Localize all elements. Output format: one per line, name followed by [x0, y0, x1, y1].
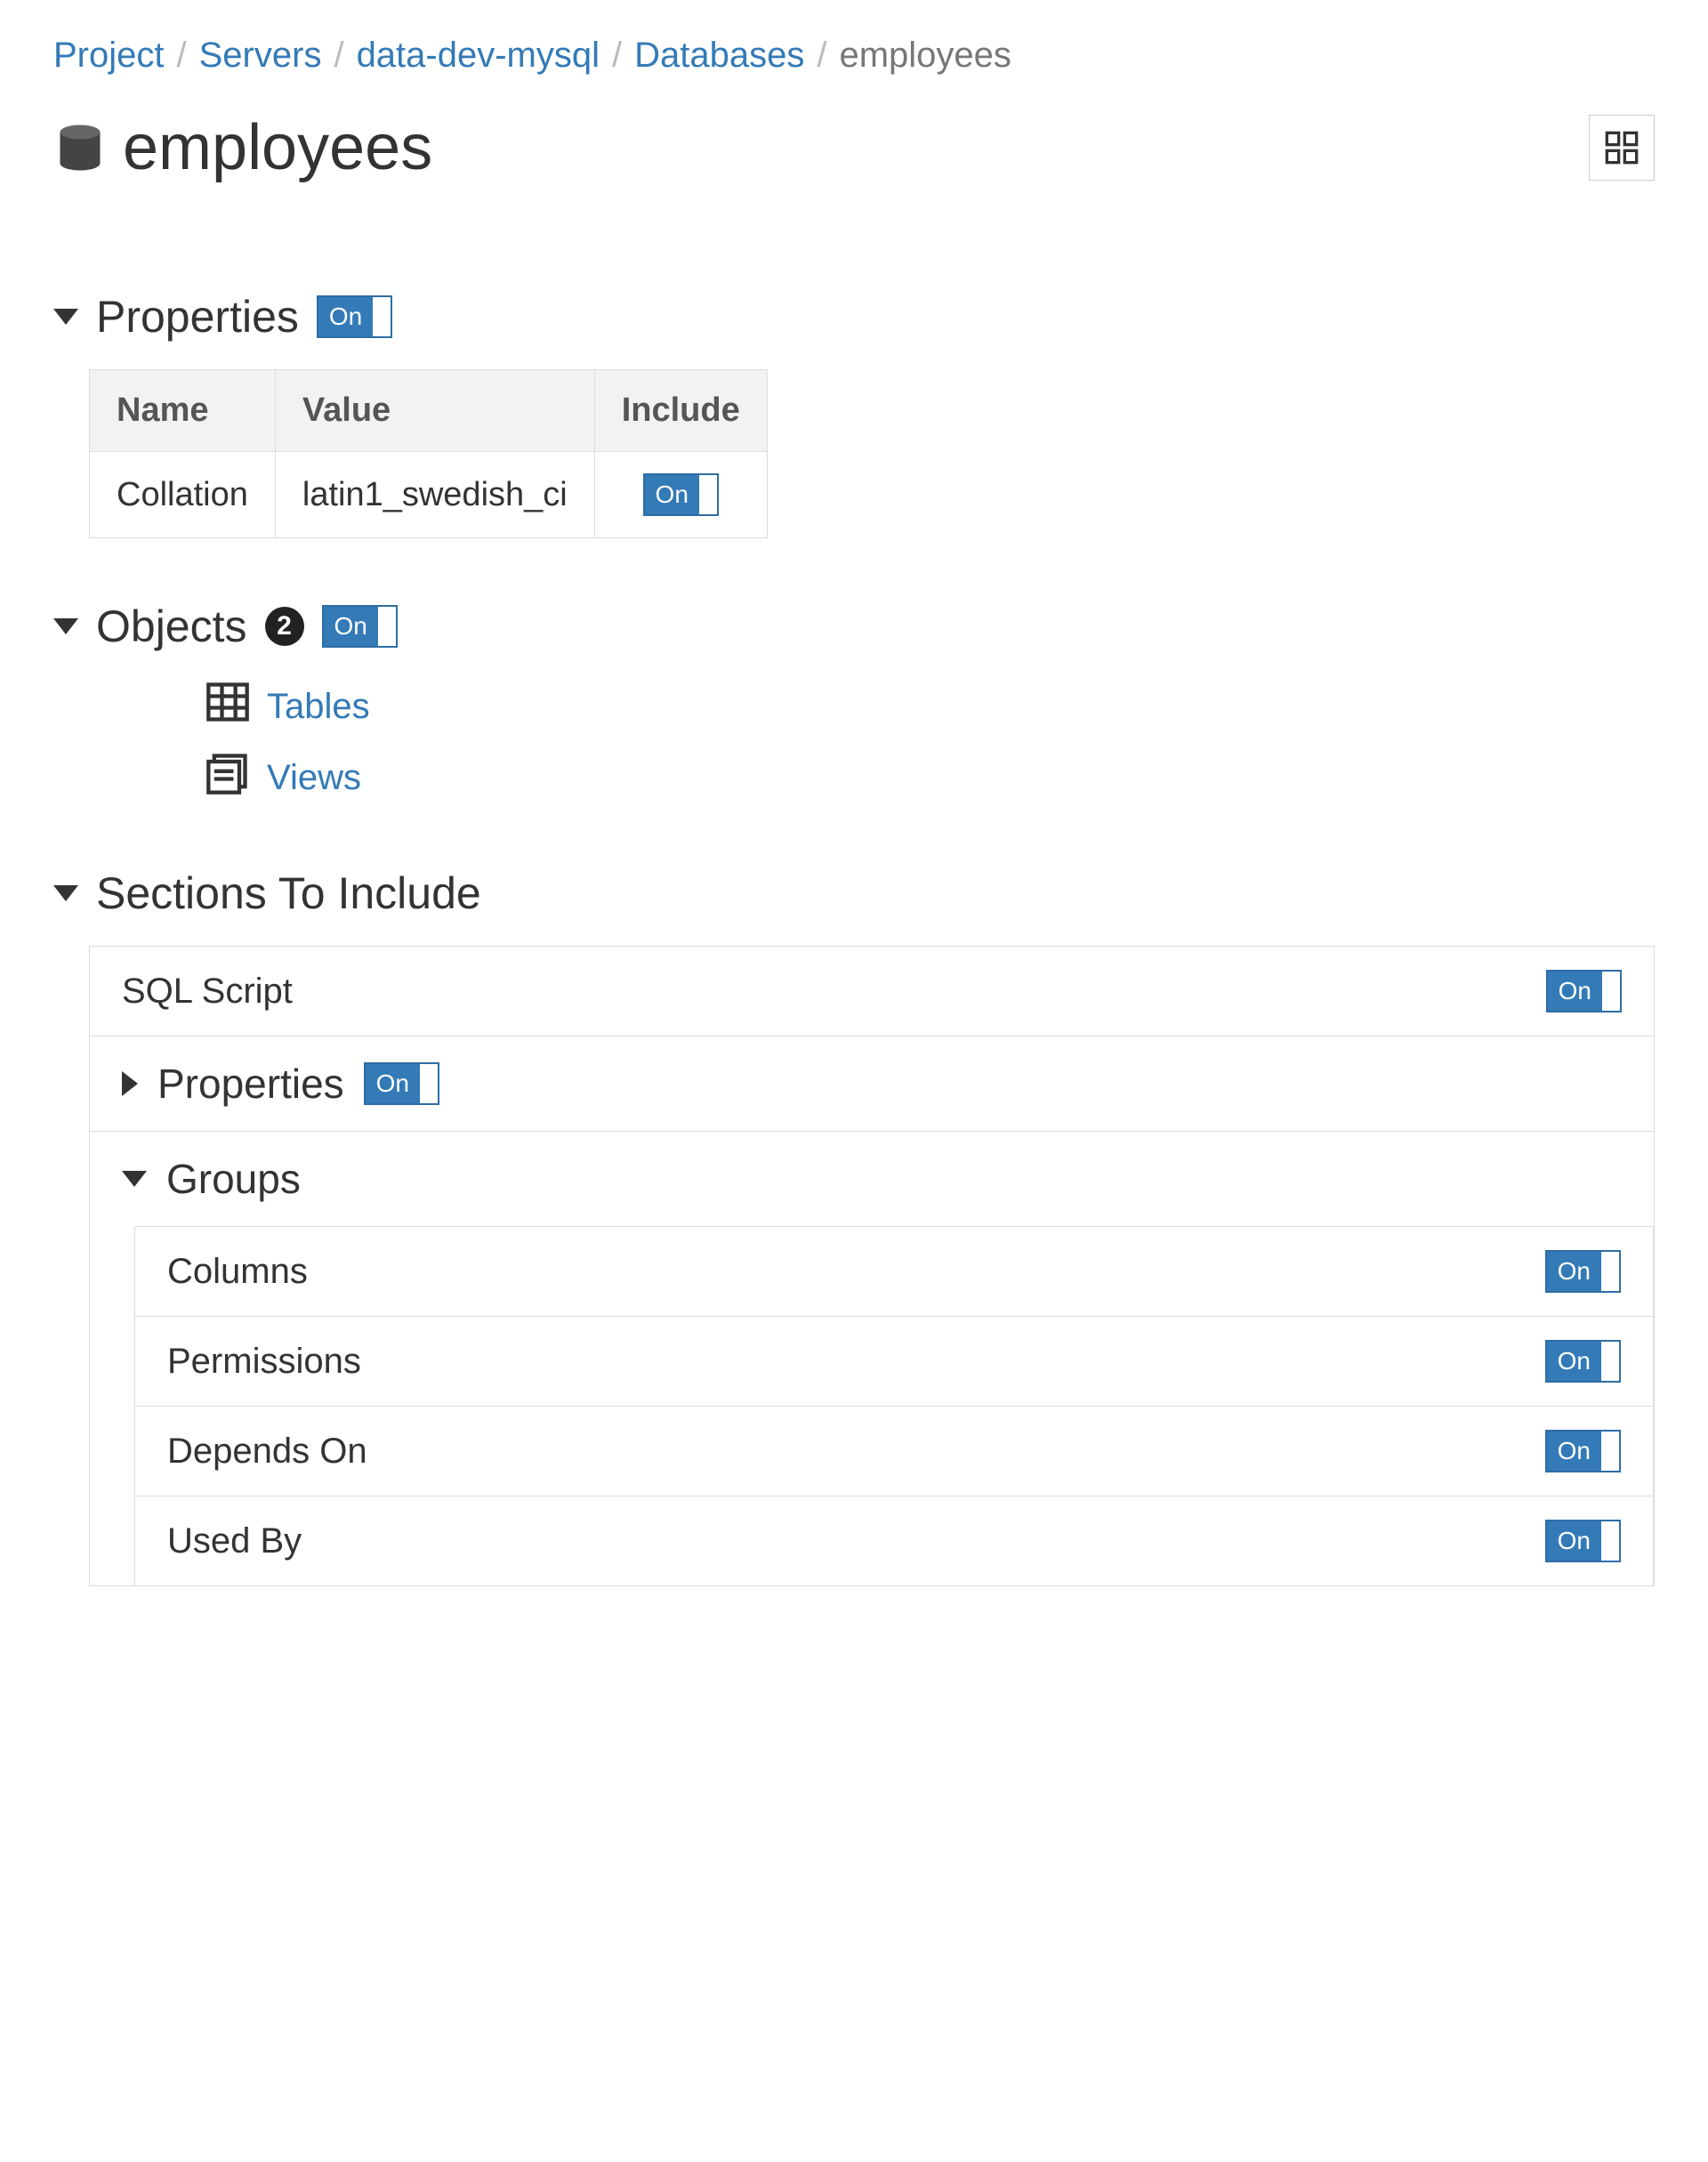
- sections-heading: Sections To Include: [96, 867, 481, 919]
- database-icon: [53, 121, 107, 174]
- object-label[interactable]: Tables: [267, 687, 370, 727]
- objects-count-badge: 2: [265, 607, 304, 646]
- properties-sub-heading: Properties: [157, 1060, 344, 1108]
- properties-sub-caret-icon[interactable]: [122, 1071, 138, 1096]
- group-toggle[interactable]: On: [1545, 1430, 1621, 1472]
- group-label: Used By: [167, 1521, 302, 1561]
- group-row: Permissions On: [135, 1317, 1653, 1407]
- toggle-knob: [1601, 1432, 1619, 1471]
- groups-caret-icon[interactable]: [122, 1171, 147, 1187]
- toggle-knob: [1601, 1521, 1619, 1561]
- group-row: Columns On: [135, 1227, 1653, 1317]
- object-label[interactable]: Views: [267, 758, 361, 798]
- breadcrumb-sep: /: [177, 36, 187, 76]
- objects-caret-icon[interactable]: [53, 618, 78, 634]
- section-row-label: SQL Script: [122, 972, 293, 1012]
- grid-view-button[interactable]: [1589, 115, 1655, 181]
- properties-sub-toggle[interactable]: On: [364, 1062, 439, 1105]
- groups-heading: Groups: [166, 1155, 301, 1203]
- view-icon: [205, 750, 251, 805]
- breadcrumb-servers[interactable]: Servers: [199, 36, 322, 76]
- toggle-knob: [378, 607, 396, 646]
- breadcrumb-databases[interactable]: Databases: [634, 36, 804, 76]
- section-row-properties: Properties On: [90, 1037, 1654, 1132]
- properties-table: Name Value Include Collation latin1_swed…: [89, 369, 768, 538]
- col-value: Value: [275, 370, 594, 452]
- toggle-knob: [1602, 972, 1620, 1011]
- object-item-tables[interactable]: Tables: [205, 679, 1655, 734]
- group-label: Depends On: [167, 1432, 367, 1472]
- toggle-on-label: On: [1547, 1521, 1601, 1561]
- prop-value: latin1_swedish_ci: [275, 452, 594, 538]
- toggle-on-label: On: [366, 1064, 420, 1103]
- properties-section: Properties On Name Value Include Collati…: [53, 291, 1655, 538]
- grid-icon: [1604, 130, 1640, 165]
- toggle-on-label: On: [1547, 1252, 1601, 1291]
- col-name: Name: [90, 370, 276, 452]
- properties-caret-icon[interactable]: [53, 309, 78, 325]
- toggle-knob: [1601, 1342, 1619, 1381]
- toggle-knob: [1601, 1252, 1619, 1291]
- sqlscript-toggle[interactable]: On: [1546, 970, 1622, 1012]
- breadcrumb-project[interactable]: Project: [53, 36, 165, 76]
- group-label: Columns: [167, 1252, 308, 1292]
- breadcrumb-current: employees: [839, 36, 1011, 76]
- page-title: employees: [123, 111, 432, 184]
- col-include: Include: [594, 370, 767, 452]
- properties-heading: Properties: [96, 291, 299, 343]
- sections-caret-icon[interactable]: [53, 885, 78, 901]
- properties-toggle[interactable]: On: [317, 295, 392, 338]
- prop-include-toggle[interactable]: On: [643, 473, 719, 516]
- section-row-sqlscript: SQL Script On: [90, 947, 1654, 1037]
- breadcrumb-sep: /: [612, 36, 622, 76]
- group-row: Used By On: [135, 1496, 1653, 1585]
- toggle-on-label: On: [1548, 972, 1602, 1011]
- toggle-knob: [420, 1064, 438, 1103]
- section-row-groups: Groups: [90, 1132, 1654, 1226]
- toggle-knob: [373, 297, 391, 336]
- title-bar: employees: [53, 111, 1655, 184]
- toggle-on-label: On: [318, 297, 373, 336]
- toggle-on-label: On: [324, 607, 378, 646]
- toggle-on-label: On: [1547, 1432, 1601, 1471]
- object-item-views[interactable]: Views: [205, 750, 1655, 805]
- table-row: Collation latin1_swedish_ci On: [90, 452, 768, 538]
- breadcrumb-sep: /: [817, 36, 826, 76]
- objects-heading: Objects: [96, 601, 247, 652]
- table-icon: [205, 679, 251, 734]
- prop-name: Collation: [90, 452, 276, 538]
- toggle-on-label: On: [645, 475, 699, 514]
- groups-list: Columns On Permissions On Depends On On: [134, 1226, 1654, 1585]
- breadcrumb: Project / Servers / data-dev-mysql / Dat…: [53, 36, 1655, 76]
- breadcrumb-server[interactable]: data-dev-mysql: [357, 36, 600, 76]
- toggle-on-label: On: [1547, 1342, 1601, 1381]
- toggle-knob: [699, 475, 717, 514]
- group-toggle[interactable]: On: [1545, 1340, 1621, 1383]
- objects-section: Objects 2 On Tables Views: [53, 601, 1655, 805]
- group-label: Permissions: [167, 1342, 361, 1382]
- group-row: Depends On On: [135, 1407, 1653, 1496]
- group-toggle[interactable]: On: [1545, 1250, 1621, 1293]
- group-toggle[interactable]: On: [1545, 1520, 1621, 1562]
- sections-to-include: Sections To Include SQL Script On Proper…: [53, 867, 1655, 1586]
- breadcrumb-sep: /: [334, 36, 343, 76]
- objects-toggle[interactable]: On: [322, 605, 398, 648]
